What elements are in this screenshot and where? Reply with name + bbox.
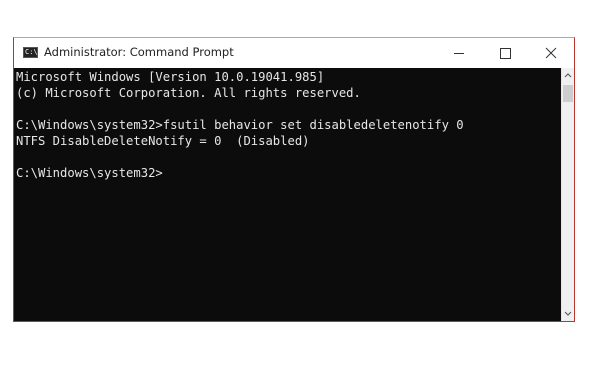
console-output[interactable]: Microsoft Windows [Version 10.0.19041.98…: [14, 68, 561, 321]
scroll-up-button[interactable]: [562, 68, 574, 83]
minimize-button[interactable]: [436, 38, 482, 68]
close-button[interactable]: [528, 38, 574, 68]
vertical-scrollbar[interactable]: [561, 68, 574, 321]
scroll-down-button[interactable]: [562, 306, 574, 321]
console-prompt-line: C:\Windows\system32>: [16, 166, 163, 180]
cmd-icon: C:\: [23, 47, 38, 58]
scroll-down-arrow-icon: [564, 311, 572, 316]
maximize-icon: [500, 48, 511, 59]
scroll-up-arrow-icon: [564, 73, 572, 78]
maximize-button[interactable]: [482, 38, 528, 68]
console-line: C:\Windows\system32>fsutil behavior set …: [16, 118, 464, 132]
title-bar[interactable]: C:\ Administrator: Command Prompt: [14, 38, 574, 68]
minimize-icon: [454, 53, 464, 54]
window-title: Administrator: Command Prompt: [44, 45, 234, 59]
console-line: Microsoft Windows [Version 10.0.19041.98…: [16, 70, 325, 84]
close-icon: [545, 47, 557, 59]
console-line: NTFS DisableDeleteNotify = 0 (Disabled): [16, 134, 310, 148]
command-prompt-window: C:\ Administrator: Command Prompt Micros…: [13, 37, 575, 322]
scrollbar-thumb[interactable]: [563, 85, 573, 102]
console-line: (c) Microsoft Corporation. All rights re…: [16, 86, 361, 100]
